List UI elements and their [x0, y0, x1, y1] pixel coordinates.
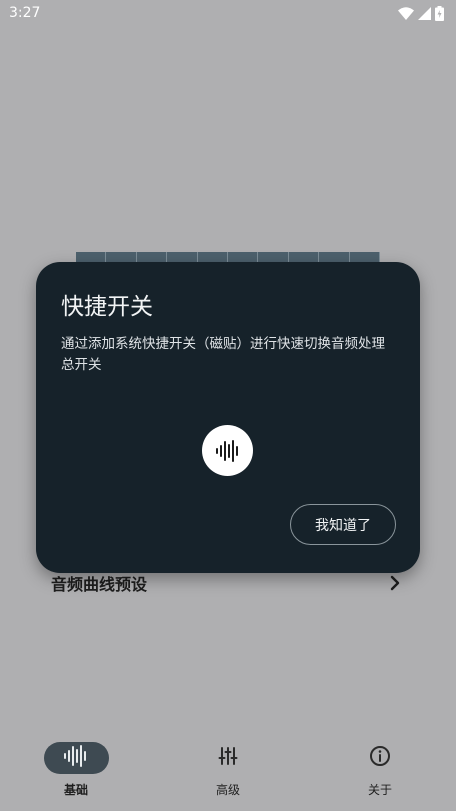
equalizer-strip: [76, 252, 381, 262]
wifi-icon: [398, 6, 414, 20]
dialog-title: 快捷开关: [61, 294, 153, 320]
status-time: 3:27: [9, 5, 41, 21]
nav-item-basic[interactable]: 基础: [16, 730, 136, 805]
nav-label-basic: 基础: [63, 783, 88, 797]
got-it-button[interactable]: 我知道了: [290, 504, 396, 545]
status-bar: 3:27: [0, 0, 456, 26]
chevron-right-icon: [389, 575, 401, 591]
info-icon: [369, 745, 391, 771]
nav-item-advanced[interactable]: 高级: [168, 730, 288, 805]
dialog-body: 通过添加系统快捷开关（磁贴）进行快速切换音频处理总开关: [61, 336, 385, 373]
sound-wave-icon: [63, 744, 89, 772]
quick-toggle-dialog: 快捷开关 通过添加系统快捷开关（磁贴）进行快速切换音频处理总开关 我知道了: [36, 262, 420, 573]
sound-wave-icon: [202, 425, 253, 476]
status-icons: [398, 5, 444, 21]
nav-item-about[interactable]: 关于: [320, 730, 440, 805]
nav-label-advanced: 高级: [215, 783, 240, 797]
audio-curve-preset-label: 音频曲线预设: [51, 575, 148, 594]
bottom-navigation: 基础 高级 关于: [0, 730, 456, 811]
cellular-signal-icon: [418, 6, 431, 20]
sliders-icon: [218, 746, 238, 770]
nav-label-about: 关于: [367, 783, 392, 797]
audio-curve-preset-row[interactable]: 音频曲线预设: [51, 570, 401, 596]
battery-charging-icon: [435, 5, 444, 21]
nav-selected-indicator: [43, 742, 109, 774]
